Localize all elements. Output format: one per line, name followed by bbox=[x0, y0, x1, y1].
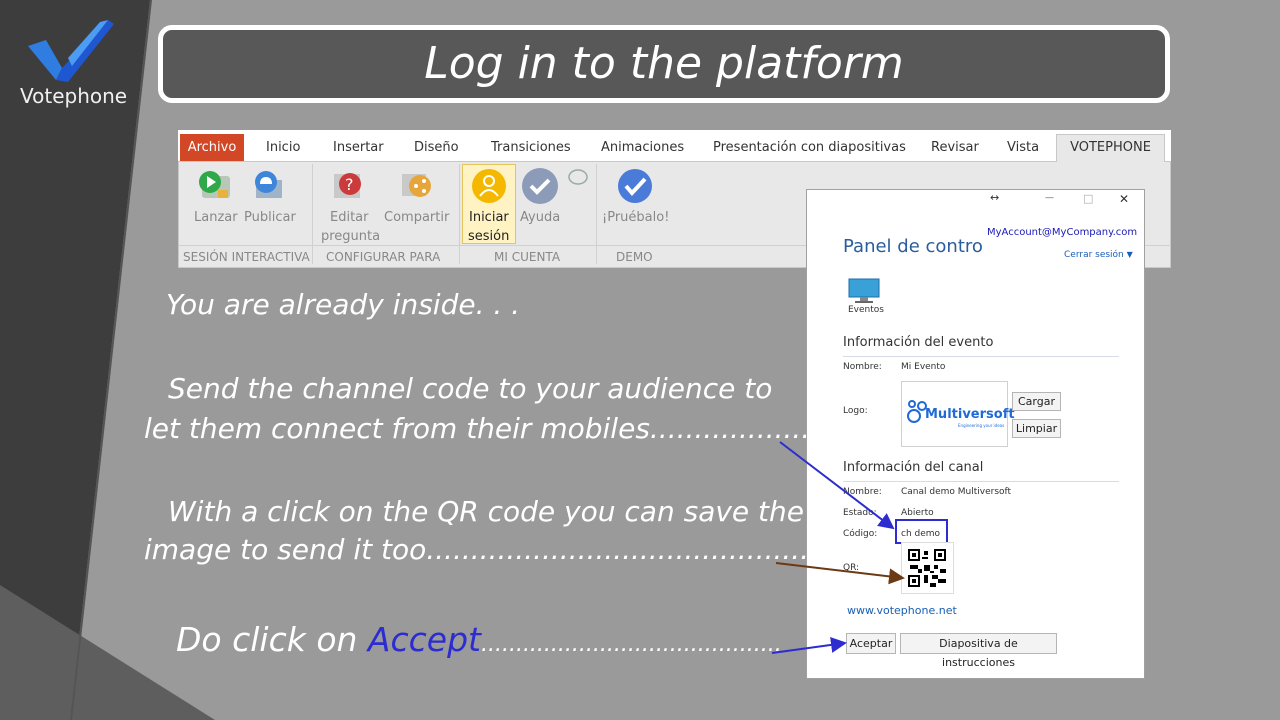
instruction-inside: You are already inside. . . bbox=[166, 288, 521, 321]
multiversoft-logo-text: Multiversoft bbox=[925, 407, 1015, 422]
qr-label: QR: bbox=[843, 563, 860, 573]
group-separator bbox=[459, 164, 460, 264]
try-it-button[interactable]: ¡Pruébalo! bbox=[602, 210, 669, 225]
website-link[interactable]: www.votephone.net bbox=[847, 604, 957, 617]
channel-name-value: Canal demo Multiversoft bbox=[901, 487, 1012, 497]
tab-presentacion[interactable]: Presentación con diapositivas bbox=[713, 140, 906, 155]
codigo-value: ch demo bbox=[901, 529, 941, 539]
minimize-icon[interactable]: — bbox=[1045, 193, 1054, 203]
group-label-sesion: SESIÓN INTERACTIVA bbox=[183, 250, 310, 264]
aceptar-button[interactable]: Aceptar bbox=[846, 633, 896, 654]
event-name-value: Mi Evento bbox=[901, 362, 946, 372]
tab-diseno[interactable]: Diseño bbox=[414, 140, 459, 155]
try-it-icon bbox=[618, 169, 652, 203]
tab-votephone[interactable]: VOTEPHONE bbox=[1056, 134, 1165, 162]
edit-question-button[interactable]: Editar bbox=[330, 210, 369, 225]
tab-archivo[interactable]: Archivo bbox=[180, 134, 244, 161]
instruction-accept-word: Accept bbox=[367, 620, 481, 659]
section-divider bbox=[843, 481, 1119, 482]
group-label-demo: DEMO bbox=[616, 250, 653, 264]
logout-link[interactable]: Cerrar sesión ▼ bbox=[1064, 250, 1133, 260]
eventos-label: Eventos bbox=[848, 305, 884, 315]
instruction-accept: Do click on Accept......................… bbox=[176, 620, 782, 659]
tab-inicio[interactable]: Inicio bbox=[266, 140, 300, 155]
launch-button[interactable]: Lanzar bbox=[194, 210, 238, 225]
logout-label: Cerrar sesión bbox=[1064, 250, 1124, 260]
publish-button[interactable]: Publicar bbox=[244, 210, 296, 225]
tab-transiciones[interactable]: Transiciones bbox=[491, 140, 571, 155]
cargar-button[interactable]: Cargar bbox=[1012, 392, 1061, 411]
group-separator bbox=[596, 164, 597, 264]
multiversoft-logo-subtext: Engineering your ideas bbox=[958, 423, 1005, 428]
event-name-label: Nombre: bbox=[843, 362, 882, 372]
publish-icon bbox=[255, 171, 282, 198]
channel-section-title: Información del canal bbox=[843, 460, 984, 475]
edit-question-label-2: pregunta bbox=[321, 229, 381, 244]
instruction-send-line2: let them connect from their mobiles.....… bbox=[144, 412, 855, 445]
launch-icon bbox=[199, 171, 230, 198]
limpiar-button[interactable]: Limpiar bbox=[1012, 419, 1061, 438]
help-button[interactable]: Ayuda bbox=[520, 210, 560, 225]
codigo-label: Código: bbox=[843, 529, 878, 539]
user-icon bbox=[472, 169, 506, 203]
edit-question-icon: ? bbox=[334, 173, 361, 198]
brand-name: Votephone bbox=[20, 84, 128, 108]
section-divider bbox=[843, 356, 1119, 357]
instruction-accept-dots: ........................................… bbox=[480, 632, 782, 657]
estado-label: Estado: bbox=[843, 508, 877, 518]
account-email: MyAccount@MyCompany.com bbox=[987, 227, 1138, 238]
group-label-cuenta: MI CUENTA bbox=[494, 250, 561, 264]
share-icon bbox=[402, 174, 431, 197]
page-title: Log in to the platform bbox=[424, 38, 904, 89]
group-separator bbox=[312, 164, 313, 264]
svg-text:?: ? bbox=[345, 175, 354, 194]
close-icon[interactable]: ✕ bbox=[1119, 192, 1129, 206]
tab-animaciones[interactable]: Animaciones bbox=[601, 140, 684, 155]
diapositiva-button[interactable]: Diapositiva de instrucciones bbox=[900, 633, 1057, 669]
group-label-configurar: CONFIGURAR PARA bbox=[326, 250, 441, 264]
login-button[interactable]: Iniciar bbox=[469, 210, 509, 225]
logo-label: Logo: bbox=[843, 406, 868, 416]
share-button[interactable]: Compartir bbox=[384, 210, 449, 225]
dialog-title: Panel de control bbox=[843, 236, 983, 257]
channel-name-label: Nombre: bbox=[843, 487, 882, 497]
instruction-send-line1: Send the channel code to your audience t… bbox=[168, 372, 773, 405]
event-section-title: Información del evento bbox=[843, 335, 994, 350]
qr-code-icon[interactable] bbox=[908, 549, 946, 587]
help-icon bbox=[522, 168, 588, 204]
votephone-logo-icon bbox=[28, 20, 114, 82]
tab-vista[interactable]: Vista bbox=[1007, 140, 1039, 155]
instruction-qr-line1: With a click on the QR code you can save… bbox=[168, 495, 805, 528]
instruction-accept-prefix: Do click on bbox=[176, 620, 368, 659]
login-button-label-2: sesión bbox=[468, 229, 510, 244]
monitor-icon[interactable] bbox=[847, 278, 881, 304]
tab-insertar[interactable]: Insertar bbox=[333, 140, 384, 155]
estado-value: Abierto bbox=[901, 508, 934, 518]
resize-icon[interactable]: ↔ bbox=[990, 191, 999, 204]
tab-revisar[interactable]: Revisar bbox=[931, 140, 979, 155]
maximize-icon[interactable]: □ bbox=[1083, 192, 1093, 205]
caret-down-icon: ▼ bbox=[1126, 250, 1133, 259]
